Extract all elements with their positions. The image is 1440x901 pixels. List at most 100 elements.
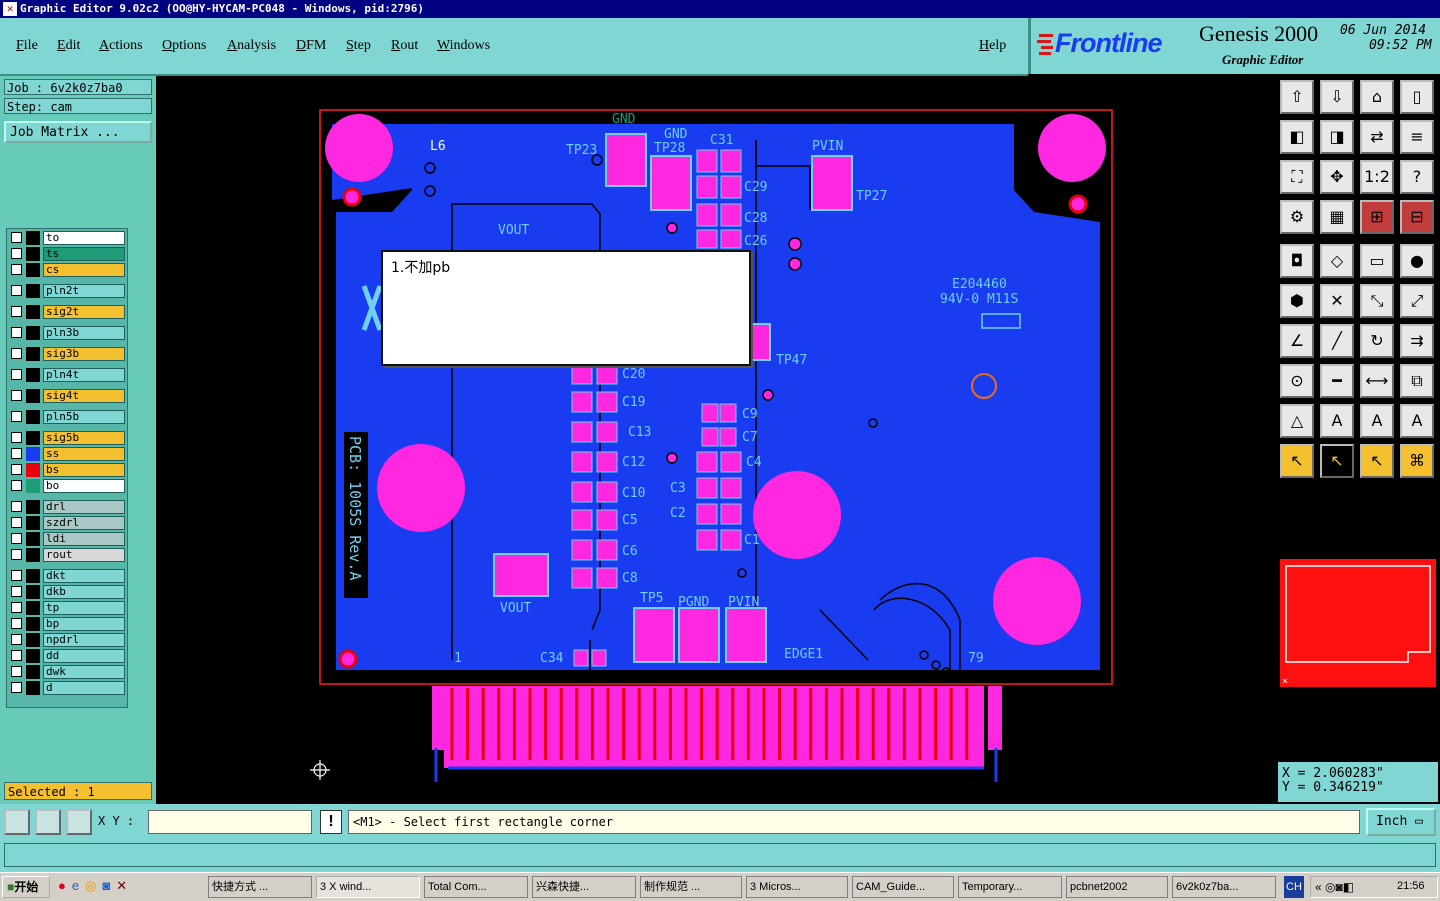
menu-help[interactable]: Help: [979, 38, 1006, 54]
triangle-alt-icon[interactable]: A: [1320, 404, 1354, 438]
layer-row[interactable]: bo: [9, 479, 125, 493]
layer-checkbox[interactable]: [11, 480, 22, 491]
layer-name[interactable]: pln5b: [43, 410, 125, 424]
layer-name[interactable]: rout: [43, 548, 125, 562]
layer-checkbox[interactable]: [11, 586, 22, 597]
layer-row[interactable]: sig5b: [9, 431, 125, 445]
flip-icon[interactable]: ⇉: [1400, 324, 1434, 358]
taskbar-item[interactable]: pcbnet2002: [1066, 876, 1168, 898]
layer-name[interactable]: sig3b: [43, 347, 125, 361]
menu-edit[interactable]: Edit: [57, 38, 80, 54]
layer-name[interactable]: dkt: [43, 569, 125, 583]
tools-icon[interactable]: ⚙: [1280, 200, 1314, 234]
layer-row[interactable]: drl: [9, 500, 125, 514]
taskbar-item[interactable]: 6v2k0z7ba...: [1172, 876, 1276, 898]
start-button[interactable]: ■开始: [2, 876, 50, 898]
layer-checkbox[interactable]: [11, 285, 22, 296]
layer-row[interactable]: sig4t: [9, 389, 125, 403]
overview-panel[interactable]: ×: [1278, 556, 1438, 688]
move-right-icon[interactable]: ◨: [1320, 120, 1354, 154]
layer-checkbox[interactable]: [11, 602, 22, 613]
layer-row[interactable]: d: [9, 681, 125, 695]
dimension-icon[interactable]: ⟷: [1360, 364, 1394, 398]
layer-name[interactable]: sig5b: [43, 431, 125, 445]
layer-row[interactable]: sig2t: [9, 305, 125, 319]
layer-checkbox[interactable]: [11, 618, 22, 629]
layer-name[interactable]: bs: [43, 463, 125, 477]
layer-row[interactable]: ldi: [9, 532, 125, 546]
layer-checkbox[interactable]: [11, 666, 22, 677]
layer-name[interactable]: ts: [43, 247, 125, 261]
panel-icon[interactable]: ▯: [1400, 80, 1434, 114]
layer-name[interactable]: drl: [43, 500, 125, 514]
layer-checkbox[interactable]: [11, 369, 22, 380]
layer-row[interactable]: cs: [9, 263, 125, 277]
layer-row[interactable]: sig3b: [9, 347, 125, 361]
layer-row[interactable]: to: [9, 231, 125, 245]
list-icon[interactable]: ≡: [1400, 120, 1434, 154]
layer-row[interactable]: pln2t: [9, 284, 125, 298]
add-pad-icon[interactable]: ◘: [1280, 244, 1314, 278]
layer-row[interactable]: dkt: [9, 569, 125, 583]
layer-checkbox[interactable]: [11, 411, 22, 422]
circle-icon[interactable]: ●: [1400, 244, 1434, 278]
tray-icons[interactable]: « ◎◙◧: [1315, 880, 1354, 894]
center-icon[interactable]: ✥: [1320, 160, 1354, 194]
net-icon[interactable]: ⊞: [1360, 200, 1394, 234]
layer-name[interactable]: dwk: [43, 665, 125, 679]
layer-row[interactable]: pln5b: [9, 410, 125, 424]
language-indicator[interactable]: CH: [1284, 876, 1304, 898]
angle-icon[interactable]: ∠: [1280, 324, 1314, 358]
layer-checkbox[interactable]: [11, 549, 22, 560]
layer-name[interactable]: szdrl: [43, 516, 125, 530]
layer-down-icon[interactable]: ⇩: [1320, 80, 1354, 114]
layer-name[interactable]: dd: [43, 649, 125, 663]
layer-row[interactable]: npdrl: [9, 633, 125, 647]
pointer-active-icon[interactable]: ↖: [1320, 444, 1354, 478]
slash-icon[interactable]: ╱: [1320, 324, 1354, 358]
menu-rout[interactable]: Rout: [391, 38, 418, 54]
layer-checkbox[interactable]: [11, 533, 22, 544]
layer-name[interactable]: ss: [43, 447, 125, 461]
layer-row[interactable]: pln4t: [9, 368, 125, 382]
snap-grid-icon[interactable]: [66, 809, 92, 835]
layer-name[interactable]: sig2t: [43, 305, 125, 319]
move-left-icon[interactable]: ◧: [1280, 120, 1314, 154]
menu-analysis[interactable]: Analysis: [227, 38, 276, 54]
layer-name[interactable]: bo: [43, 479, 125, 493]
help-icon[interactable]: ?: [1400, 160, 1434, 194]
layer-checkbox[interactable]: [11, 650, 22, 661]
layer-row[interactable]: szdrl: [9, 516, 125, 530]
a-alt-icon[interactable]: A: [1400, 404, 1434, 438]
layer-checkbox[interactable]: [11, 464, 22, 475]
layer-name[interactable]: ldi: [43, 532, 125, 546]
layer-name[interactable]: pln4t: [43, 368, 125, 382]
copy-icon[interactable]: ⧉: [1400, 364, 1434, 398]
layer-name[interactable]: bp: [43, 617, 125, 631]
net-alt-icon[interactable]: ⊟: [1400, 200, 1434, 234]
layer-checkbox[interactable]: [11, 348, 22, 359]
taskbar-item[interactable]: 快捷方式 ...: [208, 876, 312, 898]
layer-checkbox[interactable]: [11, 248, 22, 259]
layer-checkbox[interactable]: [11, 682, 22, 693]
menu-actions[interactable]: Actions: [99, 38, 143, 54]
measure-icon[interactable]: [35, 809, 61, 835]
layer-name[interactable]: to: [43, 231, 125, 245]
taskbar-item[interactable]: 3 Micros...: [746, 876, 848, 898]
layer-name[interactable]: pln2t: [43, 284, 125, 298]
quick-launch[interactable]: ●e◎◙✕: [58, 878, 188, 896]
layer-row[interactable]: ts: [9, 247, 125, 261]
layer-name[interactable]: tp: [43, 601, 125, 615]
graphic-canvas[interactable]: GND TP23 TP28 GND C31 PVIN TP27 C29 C28 …: [156, 76, 1276, 804]
add-line-icon[interactable]: ◇: [1320, 244, 1354, 278]
layer-checkbox[interactable]: [11, 634, 22, 645]
layer-checkbox[interactable]: [11, 517, 22, 528]
menu-step[interactable]: Step: [346, 38, 371, 54]
layer-name[interactable]: npdrl: [43, 633, 125, 647]
layer-name[interactable]: cs: [43, 263, 125, 277]
warning-icon[interactable]: !: [320, 810, 342, 834]
note-popup[interactable]: 1.不加pb: [381, 250, 751, 366]
layer-name[interactable]: d: [43, 681, 125, 695]
pointer-icon[interactable]: ↖: [1280, 444, 1314, 478]
triangle-icon[interactable]: △: [1280, 404, 1314, 438]
